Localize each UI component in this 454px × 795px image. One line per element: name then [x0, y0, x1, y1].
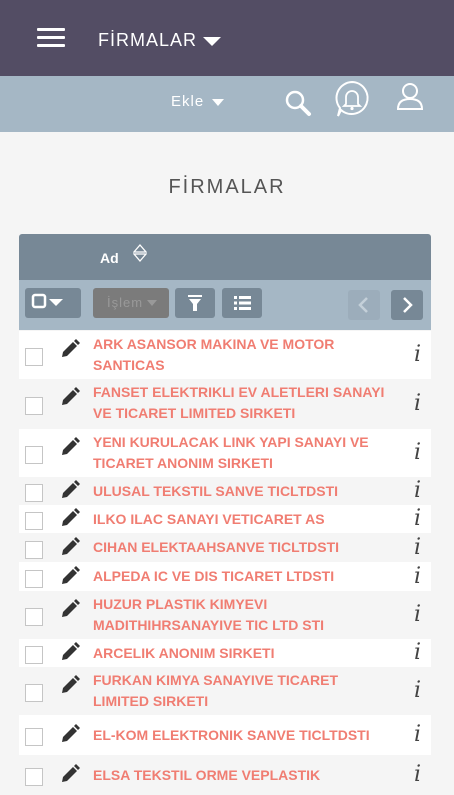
edit-pencil-icon[interactable] [60, 339, 80, 359]
info-icon[interactable]: i [414, 564, 421, 589]
record-name-link[interactable]: HUZUR PLASTIK KIMYEVI MADITHIHRSANAYIVE … [93, 594, 393, 636]
info-icon[interactable]: i [414, 506, 421, 531]
row-checkbox[interactable] [25, 540, 43, 559]
page-title: FİRMALAR [168, 176, 286, 198]
info-icon[interactable]: i [414, 602, 421, 627]
search-icon[interactable] [283, 88, 313, 118]
record-name-link[interactable]: CIHAN ELEKTAAHSANVE TICLTDSTI [93, 537, 393, 558]
previous-page-button[interactable] [348, 290, 380, 320]
record-name-link[interactable]: FURKAN KIMYA SANAYIVE TICARET LIMITED SI… [93, 670, 393, 712]
table-row: ILKO ILAC SANAYI VETICARET AS i [19, 505, 431, 533]
list-toolbar: İşlem [19, 280, 431, 330]
edit-pencil-icon[interactable] [60, 675, 80, 695]
top-navbar: FİRMALAR [0, 0, 454, 76]
edit-pencil-icon[interactable] [60, 565, 80, 586]
list-columns-icon [234, 296, 251, 310]
chevron-down-icon [203, 36, 222, 46]
record-name-link[interactable]: ARK ASANSOR MAKINA VE MOTOR SANTICAS [93, 334, 393, 376]
info-icon[interactable]: i [414, 342, 421, 367]
edit-pencil-icon[interactable] [60, 437, 80, 457]
record-name-link[interactable]: FANSET ELEKTRIKLI EV ALETLERI SANAYI VE … [93, 382, 393, 424]
table-row: CIHAN ELEKTAAHSANVE TICLTDSTI i [19, 533, 431, 562]
module-menu-dropdown[interactable]: FİRMALAR [98, 30, 222, 51]
table-row: HUZUR PLASTIK KIMYEVI MADITHIHRSANAYIVE … [19, 591, 431, 639]
row-checkbox[interactable] [25, 484, 43, 502]
table-row: ALPEDA IC VE DIS TICARET LTDSTI i [19, 562, 431, 591]
filter-icon [188, 295, 202, 311]
info-icon[interactable]: i [414, 391, 421, 416]
filter-button[interactable] [175, 288, 215, 318]
row-checkbox[interactable] [25, 512, 43, 530]
chevron-down-icon [212, 98, 225, 106]
edit-pencil-icon[interactable] [60, 764, 80, 784]
edit-pencil-icon[interactable] [60, 387, 80, 407]
record-name-link[interactable]: ILKO ILAC SANAYI VETICARET AS [93, 509, 393, 530]
sort-icon[interactable] [133, 244, 147, 262]
record-name-link[interactable]: EL-KOM ELEKTRONIK SANVE TICLTDSTI [93, 725, 393, 746]
info-icon[interactable]: i [414, 640, 421, 665]
row-checkbox[interactable] [25, 728, 43, 746]
info-icon[interactable]: i [414, 478, 421, 503]
edit-pencil-icon[interactable] [60, 508, 80, 528]
chevron-down-icon [147, 300, 157, 306]
table-row: ELSA TEKSTIL ORME VEPLASTIK i [19, 755, 431, 795]
record-name-link[interactable]: YENI KURULACAK LINK YAPI SANAYI VE TICAR… [93, 432, 393, 474]
table-row: EL-KOM ELEKTRONIK SANVE TICLTDSTI i [19, 715, 431, 755]
edit-pencil-icon[interactable] [60, 724, 80, 744]
table-row: ARK ASANSOR MAKINA VE MOTOR SANTICAS i [19, 331, 431, 379]
row-checkbox[interactable] [25, 608, 43, 626]
info-icon[interactable]: i [414, 762, 421, 787]
row-checkbox[interactable] [25, 684, 43, 702]
record-name-link[interactable]: ALPEDA IC VE DIS TICARET LTDSTI [93, 566, 393, 587]
chevron-right-icon [403, 297, 413, 313]
column-chooser-button[interactable] [222, 288, 262, 318]
checkbox-dropdown-icon [31, 293, 63, 309]
info-icon[interactable]: i [414, 535, 421, 560]
column-header-name[interactable]: Ad [100, 250, 119, 266]
list-column-header: Ad [19, 234, 431, 280]
row-checkbox[interactable] [25, 397, 43, 415]
row-checkbox[interactable] [25, 569, 43, 588]
hamburger-menu-icon[interactable] [37, 28, 65, 48]
notification-bell-icon[interactable] [333, 80, 371, 118]
table-row: FURKAN KIMYA SANAYIVE TICARET LIMITED SI… [19, 667, 431, 715]
chevron-left-icon [358, 297, 368, 313]
ekle-label: Ekle [171, 93, 205, 110]
module-title: FİRMALAR [98, 30, 198, 50]
row-checkbox[interactable] [25, 348, 43, 366]
row-checkbox[interactable] [25, 446, 43, 464]
info-icon[interactable]: i [414, 440, 421, 465]
record-name-link[interactable]: ARCELIK ANONIM SIRKETI [93, 643, 393, 664]
row-checkbox[interactable] [25, 646, 43, 664]
row-checkbox[interactable] [25, 768, 43, 786]
record-name-link[interactable]: ULUSAL TEKSTIL SANVE TICLTDSTI [93, 481, 393, 502]
table-row: YENI KURULACAK LINK YAPI SANAYI VE TICAR… [19, 429, 431, 477]
select-all-dropdown[interactable] [25, 288, 81, 318]
info-icon[interactable]: i [414, 722, 421, 747]
record-list: ARK ASANSOR MAKINA VE MOTOR SANTICAS i FAN… [19, 331, 431, 795]
bulk-action-label: İşlem [107, 295, 144, 310]
info-icon[interactable]: i [414, 678, 421, 703]
bulk-action-button[interactable]: İşlem [93, 288, 169, 318]
action-bar: Ekle [0, 76, 454, 132]
next-page-button[interactable] [391, 290, 423, 320]
edit-pencil-icon[interactable] [60, 642, 80, 662]
table-row: ARCELIK ANONIM SIRKETI i [19, 639, 431, 667]
edit-pencil-icon[interactable] [60, 536, 80, 557]
edit-pencil-icon[interactable] [60, 599, 80, 619]
record-name-link[interactable]: ELSA TEKSTIL ORME VEPLASTIK [93, 765, 393, 786]
user-profile-icon[interactable] [396, 82, 424, 112]
table-row: FANSET ELEKTRIKLI EV ALETLERI SANAYI VE … [19, 379, 431, 429]
ekle-dropdown[interactable]: Ekle [171, 93, 225, 110]
table-row: ULUSAL TEKSTIL SANVE TICLTDSTI i [19, 477, 431, 505]
edit-pencil-icon[interactable] [60, 480, 80, 500]
